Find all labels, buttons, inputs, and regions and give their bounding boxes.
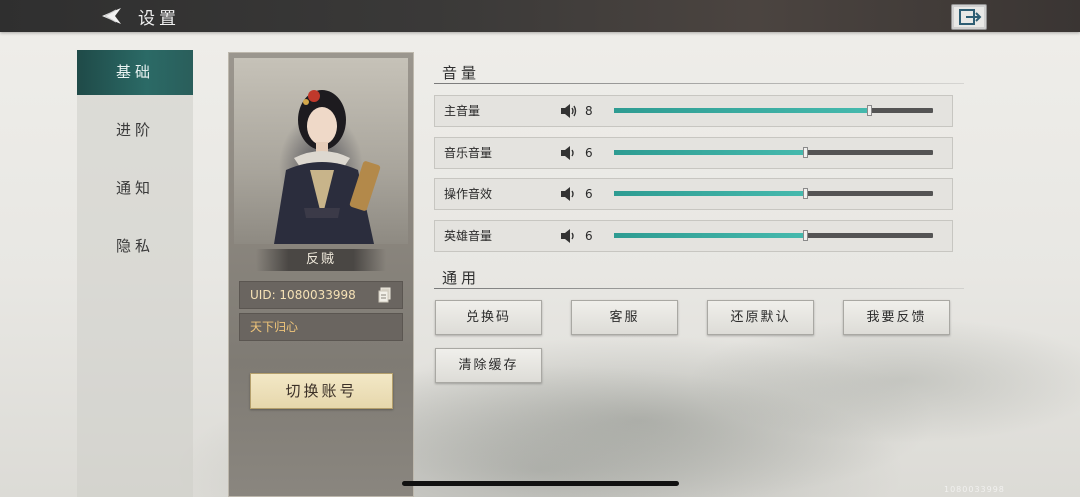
volume-slider[interactable] [614,230,933,241]
general-divider [434,288,964,289]
exit-icon [959,9,982,25]
volume-value: 6 [585,187,593,201]
nav-item-notification[interactable]: 通知 [77,166,193,211]
general-section-title: 通用 [442,269,481,287]
copy-icon [378,287,391,303]
volume-slider-handle[interactable] [867,105,872,116]
settings-nav: 基础 进阶 通知 隐私 [77,50,193,497]
feedback-button[interactable]: 我要反馈 [843,300,950,335]
profile-card: 反贼 UID: 1080033998 天下归心 切换账号 [228,52,414,497]
speaker-icon [561,187,574,201]
customer-service-button[interactable]: 客服 [571,300,678,335]
volume-slider[interactable] [614,105,933,116]
volume-slider-handle[interactable] [803,188,808,199]
copy-uid-button[interactable] [378,287,392,303]
nav-item-privacy[interactable]: 隐私 [77,224,193,269]
volume-section-title: 音量 [442,64,481,82]
speaker-icon [561,146,574,160]
motto-row: 天下归心 [239,313,403,341]
speaker-icon [561,104,577,118]
volume-slider-fill [614,150,805,155]
volume-label: 音乐音量 [444,146,493,160]
volume-slider-handle[interactable] [803,147,808,158]
volume-label: 英雄音量 [444,229,493,243]
restore-default-button[interactable]: 还原默认 [707,300,814,335]
volume-label: 操作音效 [444,187,493,201]
volume-value: 8 [585,104,593,118]
volume-row-music: 音乐音量 6 [434,137,953,169]
volume-slider-fill [614,233,805,238]
volume-row-effects: 操作音效 6 [434,178,953,210]
volume-value: 6 [585,229,593,243]
speaker-icon [561,229,574,243]
clear-cache-button[interactable]: 清除缓存 [435,348,542,383]
volume-value: 6 [585,146,593,160]
volume-row-master: 主音量 8 [434,95,953,127]
top-bar: 设置 [0,0,1080,32]
watermark: 1080033998 [944,485,1005,494]
volume-slider[interactable] [614,188,933,199]
uid-row: UID: 1080033998 [239,281,403,309]
nav-item-advanced[interactable]: 进阶 [77,108,193,153]
motto-text: 天下归心 [250,320,299,334]
exit-button[interactable] [951,4,987,30]
uid-text: UID: 1080033998 [250,288,356,302]
volume-slider-fill [614,191,805,196]
back-arrow-icon [102,8,121,24]
volume-divider [434,83,964,84]
volume-label: 主音量 [444,104,481,118]
nav-item-basic[interactable]: 基础 [77,50,193,95]
hero-portrait-image [274,90,381,244]
volume-slider-fill [614,108,869,113]
home-indicator[interactable] [402,481,679,486]
redeem-code-button[interactable]: 兑换码 [435,300,542,335]
volume-row-hero: 英雄音量 6 [434,220,953,252]
volume-slider-handle[interactable] [803,230,808,241]
hero-portrait [234,58,408,244]
volume-slider[interactable] [614,147,933,158]
role-banner: 反贼 [256,249,386,271]
page-title: 设置 [138,9,180,29]
switch-account-button[interactable]: 切换账号 [250,373,393,409]
back-button[interactable] [96,6,124,26]
